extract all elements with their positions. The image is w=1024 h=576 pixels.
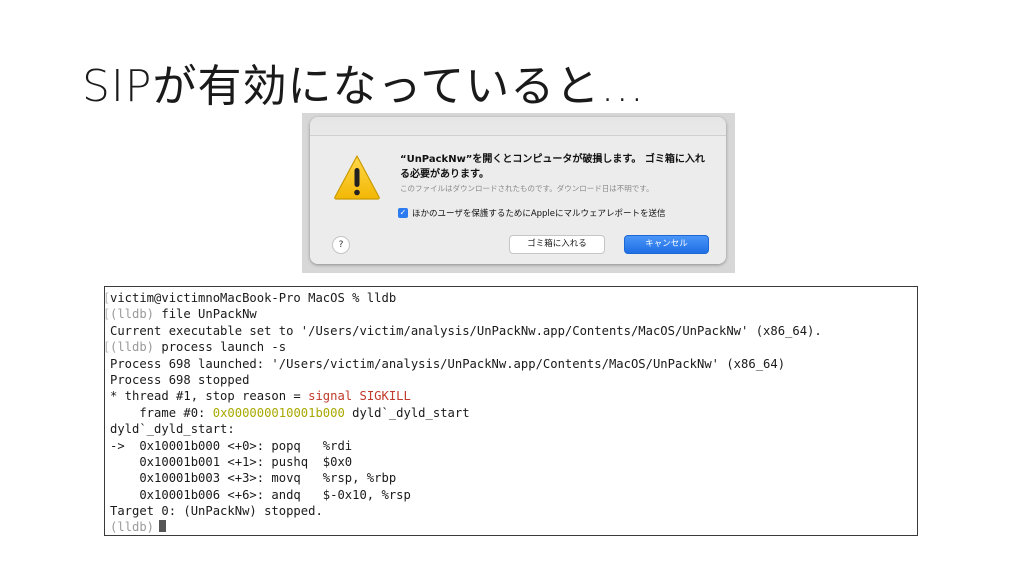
terminal-text: file UnPackNw: [154, 307, 257, 322]
malware-report-checkbox-row[interactable]: ✓ ほかのユーザを保護するためにAppleにマルウェアレポートを送信: [398, 207, 666, 219]
terminal-line: (lldb): [105, 519, 917, 535]
terminal-text: frame #0:: [110, 405, 213, 420]
terminal-cursor: [159, 520, 167, 533]
terminal-line: Process 698 launched: '/Users/victim/ana…: [105, 356, 917, 372]
terminal-text: 0x10001b001 <+1>: pushq $0x0: [110, 454, 353, 469]
terminal-text: victim@victimnoMacBook-Pro MacOS % lldb: [110, 291, 397, 305]
terminal-line-marker: [: [103, 291, 111, 305]
terminal-text: dyld`_dyld_start:: [110, 422, 235, 437]
terminal-line: [victim@victimnoMacBook-Pro MacOS % lldb: [103, 290, 917, 306]
terminal-text: 0x10001b003 <+3>: movq %rsp, %rbp: [110, 471, 397, 486]
terminal-text: * thread #1, stop reason =: [110, 389, 309, 404]
lldb-prompt: (lldb): [110, 307, 155, 322]
move-to-trash-button[interactable]: ゴミ箱に入れる: [509, 235, 605, 254]
terminal-text: Target 0: (UnPackNw) stopped.: [110, 504, 323, 519]
malware-report-checkbox-label: ほかのユーザを保護するためにAppleにマルウェアレポートを送信: [412, 209, 666, 219]
dialog-info-text: このファイルはダウンロードされたものです。ダウンロード日は不明です。: [400, 184, 654, 193]
terminal-line: [(lldb) process launch -s: [103, 339, 917, 355]
terminal-line: 0x10001b001 <+1>: pushq $0x0: [105, 454, 917, 470]
warning-triangle-icon: [334, 155, 380, 200]
terminal-text: 0x000000010001b000: [212, 405, 345, 420]
terminal-line: Target 0: (UnPackNw) stopped.: [105, 503, 917, 519]
terminal-text: Process 698 launched: '/Users/victim/ana…: [110, 356, 786, 371]
malware-report-checkbox[interactable]: ✓: [398, 208, 408, 218]
terminal-text: signal SIGKILL: [308, 389, 411, 404]
slide-title: SIPが有効になっていると…: [82, 61, 646, 112]
terminal-line: 0x10001b006 <+6>: andq $-0x10, %rsp: [105, 487, 917, 503]
terminal-line-marker: [: [103, 340, 111, 355]
terminal-text: 0x10001b006 <+6>: andq $-0x10, %rsp: [110, 487, 411, 502]
dialog-screenshot: “UnPackNw”を開くとコンピュータが破損します。 ゴミ箱に入れる必要があり…: [302, 113, 735, 273]
terminal-text: Current executable set to '/Users/victim…: [110, 323, 822, 338]
terminal-line: dyld`_dyld_start:: [105, 421, 917, 437]
terminal-text: process launch -s: [154, 340, 287, 355]
terminal-text: Process 698 stopped: [110, 372, 250, 387]
terminal-line: 0x10001b003 <+3>: movq %rsp, %rbp: [105, 470, 917, 486]
terminal-text: dyld`_dyld_start: [344, 405, 470, 420]
dialog-titlebar: [310, 117, 726, 136]
dialog-message: “UnPackNw”を開くとコンピュータが破損します。 ゴミ箱に入れる必要があり…: [400, 154, 705, 180]
terminal-line: [(lldb) file UnPackNw: [103, 306, 917, 322]
terminal-line: Current executable set to '/Users/victim…: [105, 323, 917, 339]
terminal-line: Process 698 stopped: [105, 372, 917, 388]
help-button[interactable]: ?: [332, 236, 350, 254]
terminal-line: frame #0: 0x000000010001b000 dyld`_dyld_…: [105, 405, 917, 421]
terminal-line: -> 0x10001b000 <+0>: popq %rdi: [105, 438, 917, 454]
terminal-output: [victim@victimnoMacBook-Pro MacOS % lldb…: [103, 286, 918, 536]
terminal-line: * thread #1, stop reason = signal SIGKIL…: [105, 388, 917, 404]
lldb-prompt: (lldb): [110, 340, 155, 355]
lldb-prompt: (lldb): [110, 520, 155, 535]
malware-alert-dialog: “UnPackNw”を開くとコンピュータが破損します。 ゴミ箱に入れる必要があり…: [310, 117, 726, 264]
terminal-text: -> 0x10001b000 <+0>: popq %rdi: [110, 438, 353, 453]
cancel-button[interactable]: キャンセル: [624, 235, 709, 254]
terminal-line-marker: [: [103, 307, 111, 322]
